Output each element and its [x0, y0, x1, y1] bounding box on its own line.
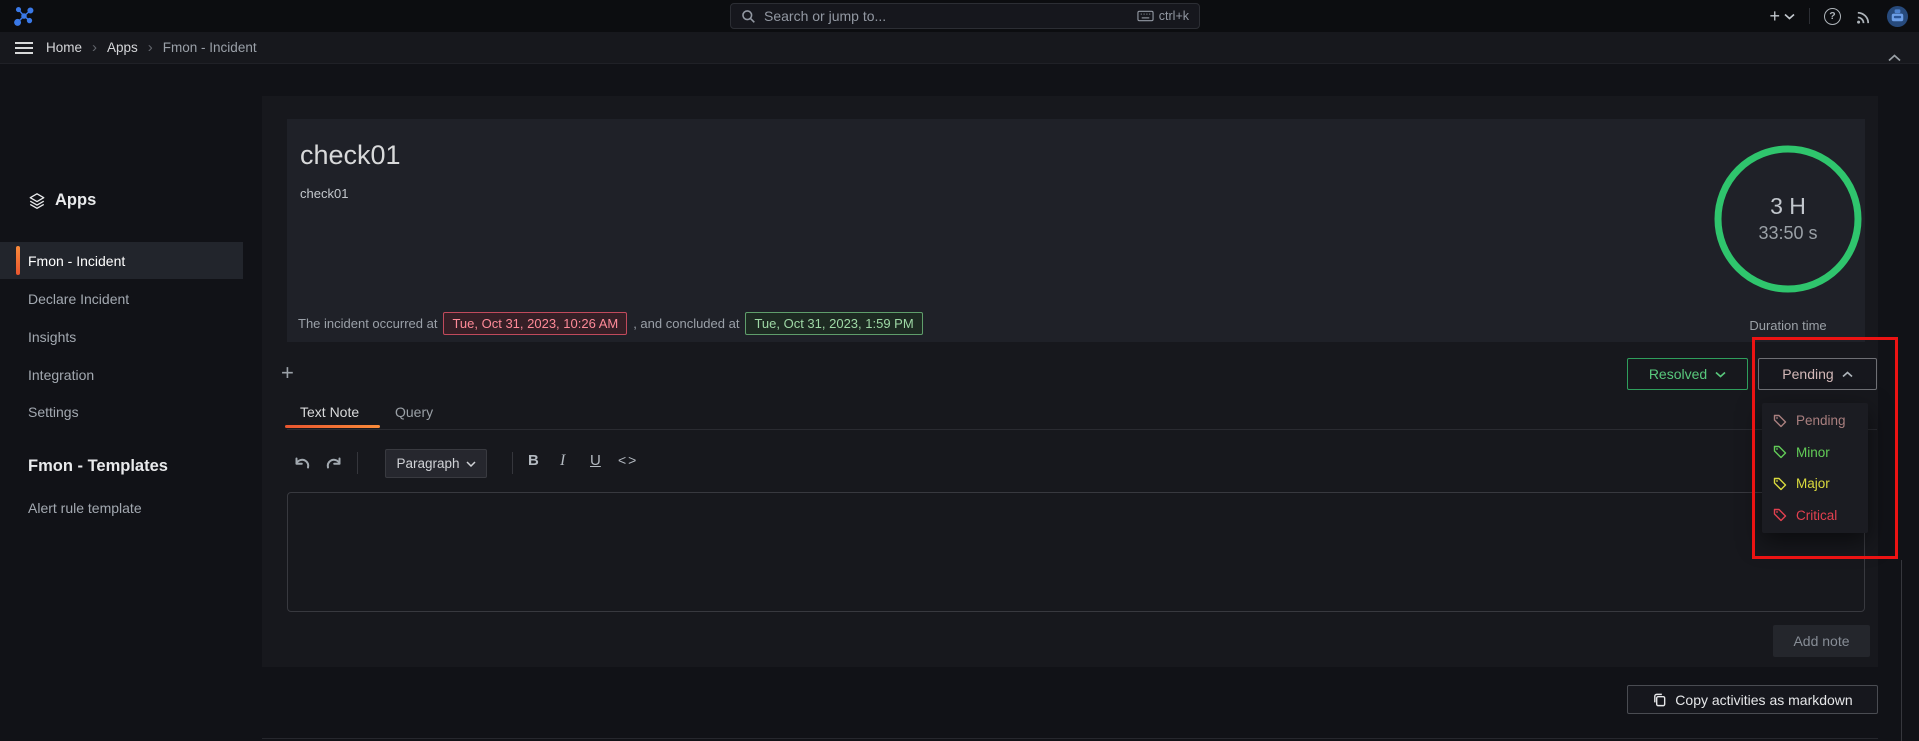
paragraph-label: Paragraph [396, 456, 459, 471]
add-note-label: Add note [1793, 633, 1849, 649]
resolved-label: Resolved [1649, 366, 1707, 382]
copy-activities-label: Copy activities as markdown [1675, 692, 1852, 708]
search-shortcut-label: ctrl+k [1159, 9, 1189, 23]
menu-item-label: Major [1796, 476, 1830, 491]
sidebar-item-insights[interactable]: Insights [0, 323, 243, 351]
bold-button[interactable]: B [528, 452, 539, 469]
search-icon [741, 9, 756, 24]
paragraph-style-dropdown[interactable]: Paragraph [385, 449, 487, 478]
breadcrumb-separator-icon: › [148, 39, 153, 56]
menu-toggle-icon[interactable] [15, 42, 33, 54]
sidebar-item-label: Alert rule template [28, 500, 142, 516]
tabs-divider [287, 429, 1877, 430]
help-button[interactable]: ? [1824, 8, 1841, 25]
severity-label: Pending [1782, 366, 1833, 382]
sidebar-section-title: Fmon - Templates [28, 457, 168, 476]
tag-icon [1773, 414, 1787, 428]
menu-item-critical[interactable]: Critical [1762, 500, 1868, 532]
sidebar-item-integration[interactable]: Integration [0, 361, 243, 389]
menu-item-label: Minor [1796, 445, 1830, 460]
top-bar: Search or jump to... ctrl+k + [0, 0, 1919, 32]
duration-min-sec: 33:50 s [1714, 223, 1862, 244]
duration-hours: 3 H [1714, 193, 1862, 220]
breadcrumb-apps[interactable]: Apps [107, 40, 138, 55]
tag-icon [1773, 508, 1787, 522]
resolved-dropdown-button[interactable]: Resolved [1627, 358, 1748, 390]
sidebar-item-label: Fmon - Incident [28, 253, 125, 269]
sidebar-item-label: Insights [28, 329, 76, 345]
collapse-caret-icon[interactable] [1888, 54, 1901, 62]
severity-dropdown-button[interactable]: Pending [1758, 358, 1877, 390]
menu-item-minor[interactable]: Minor [1762, 437, 1868, 469]
sidebar-item-declare-incident[interactable]: Declare Incident [0, 285, 243, 313]
undo-button[interactable] [293, 456, 313, 472]
keyboard-icon [1137, 10, 1154, 22]
breadcrumb-home[interactable]: Home [46, 40, 82, 55]
tag-icon [1773, 477, 1787, 491]
toolbar-divider [1809, 8, 1810, 24]
incident-times-line: The incident occurred at Tue, Oct 31, 20… [298, 310, 923, 336]
incident-title: check01 [300, 140, 401, 171]
panel-bottom-divider [262, 738, 1878, 739]
duration-label: Duration time [1714, 318, 1862, 333]
plus-icon: + [1769, 7, 1780, 25]
search-shortcut: ctrl+k [1137, 9, 1189, 23]
news-rss-button[interactable] [1855, 8, 1872, 25]
menu-item-major[interactable]: Major [1762, 468, 1868, 500]
tab-query[interactable]: Query [395, 404, 433, 420]
copy-activities-button[interactable]: Copy activities as markdown [1627, 685, 1878, 714]
search-placeholder: Search or jump to... [764, 8, 1129, 24]
sidebar-section-apps: Apps [28, 191, 96, 210]
sidebar-item-label: Integration [28, 367, 94, 383]
copy-icon [1652, 692, 1667, 708]
toolbar-divider [357, 452, 358, 474]
occurred-prefix: The incident occurred at [298, 316, 437, 331]
underline-button[interactable]: U [590, 452, 601, 469]
tab-text-note[interactable]: Text Note [300, 404, 359, 420]
sidebar-section-title: Apps [55, 191, 96, 210]
sidebar-item-label: Settings [28, 404, 79, 420]
apps-layers-icon [28, 192, 46, 210]
chevron-up-icon [1842, 371, 1853, 378]
concluded-infix: , and concluded at [633, 316, 739, 331]
menu-item-pending[interactable]: Pending [1762, 405, 1868, 437]
toolbar-divider [512, 452, 513, 474]
breadcrumb: Home › Apps › Fmon - Incident [46, 39, 257, 56]
severity-menu: Pending Minor Major Critical [1762, 403, 1868, 533]
occurred-time-badge[interactable]: Tue, Oct 31, 2023, 10:26 AM [443, 312, 627, 335]
search-input[interactable]: Search or jump to... ctrl+k [730, 3, 1200, 29]
note-textarea[interactable] [287, 492, 1865, 612]
incident-header-card [287, 119, 1865, 342]
breadcrumb-current: Fmon - Incident [163, 40, 257, 55]
active-tab-underline [285, 425, 380, 428]
chevron-down-icon [466, 461, 476, 467]
menu-item-label: Pending [1796, 413, 1846, 428]
sidebar-item-label: Declare Incident [28, 291, 129, 307]
sidebar-nav: Apps Fmon - Incident Declare Incident In… [0, 64, 258, 741]
redo-button[interactable] [323, 456, 343, 472]
breadcrumb-bar: Home › Apps › Fmon - Incident [0, 32, 1919, 64]
top-right-actions: + ? [1769, 0, 1909, 32]
add-note-button[interactable]: Add note [1773, 625, 1870, 657]
sidebar-section-templates: Fmon - Templates [28, 457, 168, 476]
user-avatar[interactable] [1886, 5, 1909, 28]
breadcrumb-separator-icon: › [92, 39, 97, 56]
sidebar-item-settings[interactable]: Settings [0, 398, 243, 426]
sidebar-item-alert-rule-template[interactable]: Alert rule template [0, 494, 243, 522]
duration-values: 3 H 33:50 s [1714, 193, 1862, 244]
concluded-time-badge[interactable]: Tue, Oct 31, 2023, 1:59 PM [745, 312, 922, 335]
chevron-down-icon [1784, 13, 1795, 20]
sidebar-item-fmon-incident[interactable]: Fmon - Incident [0, 242, 243, 279]
new-menu-button[interactable]: + [1769, 7, 1795, 25]
panel-right-edge [1901, 560, 1902, 741]
menu-item-label: Critical [1796, 508, 1837, 523]
grafana-logo-icon[interactable] [13, 5, 35, 27]
chevron-down-icon [1715, 371, 1726, 378]
incident-description: check01 [300, 186, 348, 201]
add-item-button[interactable]: + [281, 360, 294, 386]
tag-icon [1773, 445, 1787, 459]
italic-button[interactable]: I [560, 452, 565, 470]
code-button[interactable]: <> [618, 452, 638, 468]
page: Search or jump to... ctrl+k + [0, 0, 1919, 741]
